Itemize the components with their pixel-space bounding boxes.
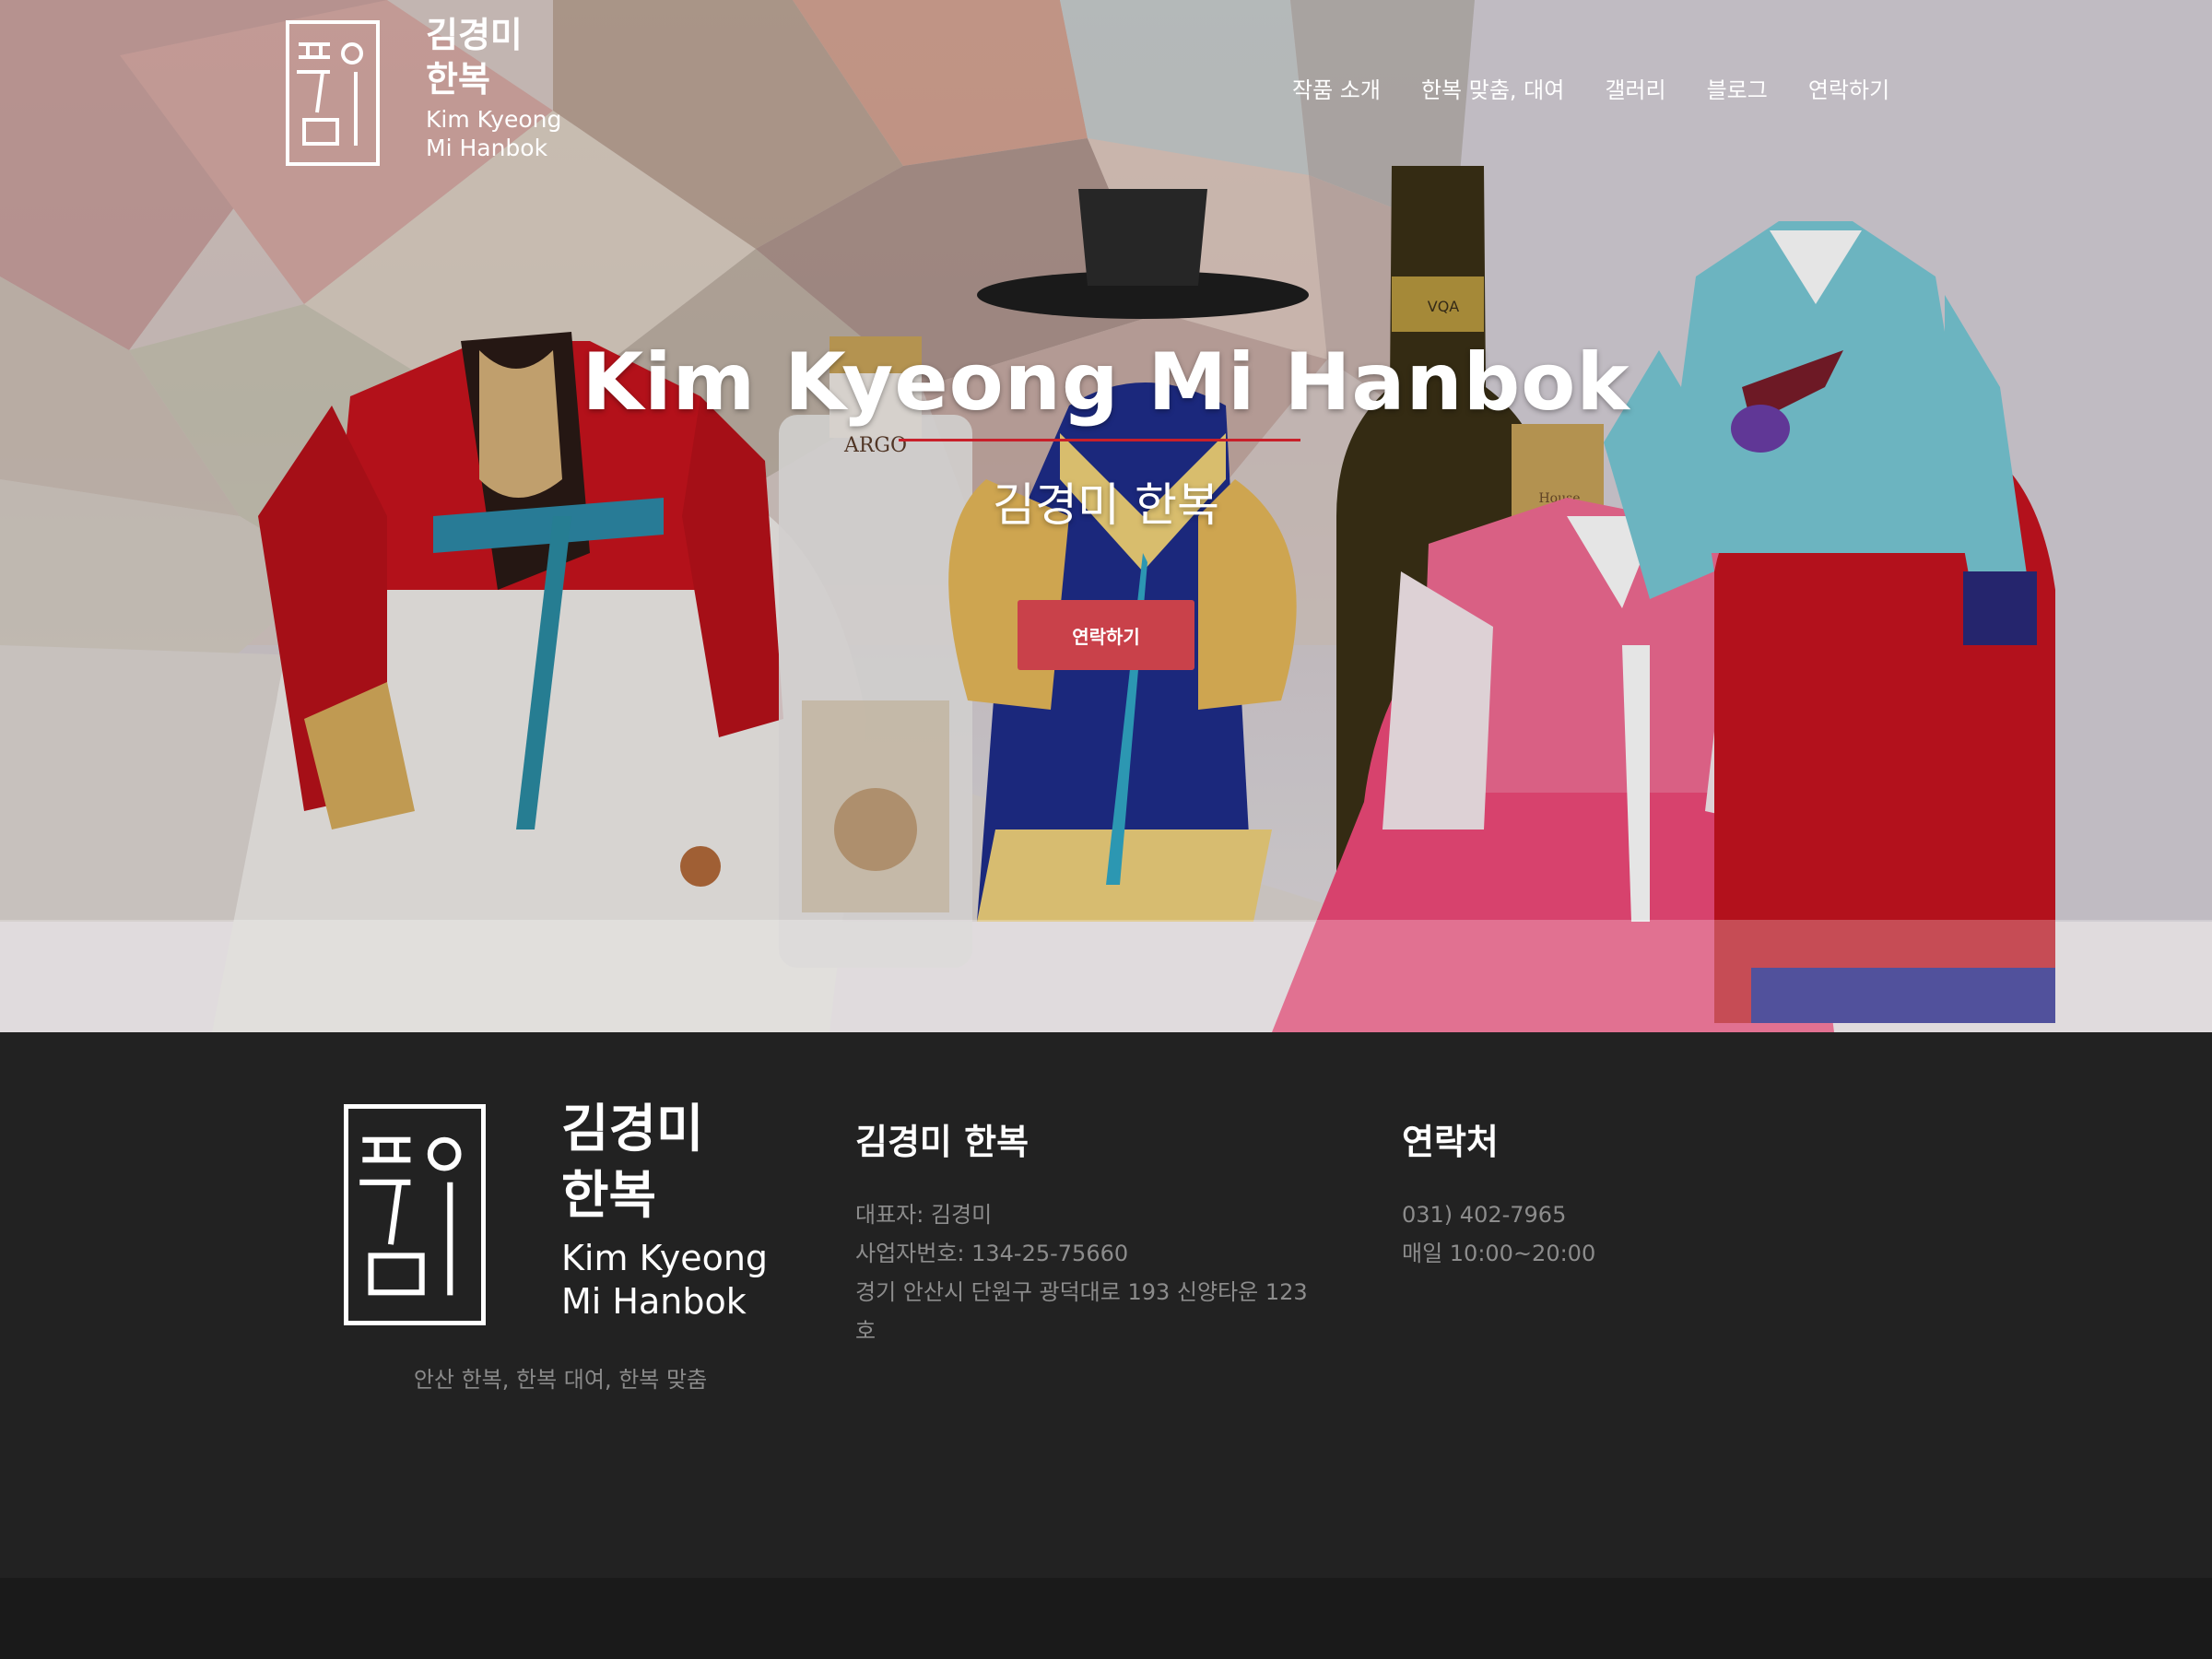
footer-contact-heading: 연락처 <box>1402 1122 1499 1162</box>
logo-wordmark[interactable]: 김경미 한복 Kim Kyeong Mi Hanbok <box>426 13 561 162</box>
footer-bottom-bar <box>0 1578 2212 1659</box>
footer-address-suffix: 호 <box>855 1318 877 1344</box>
footer-business-heading: 김경미 한복 <box>855 1122 1030 1162</box>
main-nav: 작품 소개 한복 맞춤, 대여 갤러리 블로그 연락하기 <box>1272 72 1889 104</box>
hero-section: ARGO VQA House 김경미 한복 Kim Kyeong Mi Hanb… <box>0 0 2212 1032</box>
footer-name-en-line2: Mi Hanbok <box>561 1281 747 1322</box>
nav-item-works[interactable]: 작품 소개 <box>1292 72 1381 104</box>
logo-name-ko-line2: 한복 <box>426 59 490 100</box>
nav-item-contact[interactable]: 연락하기 <box>1808 72 1889 104</box>
footer-name-en-line1: Kim Kyeong <box>561 1238 769 1278</box>
footer-business-number: 사업자번호: 134-25-75660 <box>855 1241 1129 1266</box>
hero-divider <box>899 439 1300 441</box>
footer-representative: 대표자: 김경미 <box>855 1202 993 1228</box>
footer-phone[interactable]: 031) 402-7965 <box>1402 1195 1771 1234</box>
footer-wordmark: 김경미 한복 Kim Kyeong Mi Hanbok <box>561 1097 768 1324</box>
footer-logo-mark <box>344 1104 486 1325</box>
contact-button[interactable]: 연락하기 <box>1018 600 1194 670</box>
footer-hours: 매일 10:00~20:00 <box>1402 1241 1596 1266</box>
footer-contact-column: 연락처 031) 402-7965 매일 10:00~20:00 <box>1402 1113 1771 1273</box>
footer-name-ko-line2: 한복 <box>561 1166 657 1226</box>
footer-tagline: 안산 한복, 한복 대여, 한복 맞춤 <box>413 1367 708 1393</box>
footer-address: 경기 안산시 단원구 광덕대로 193 신양타운 123 <box>855 1279 1308 1305</box>
logo-name-en-line2: Mi Hanbok <box>426 135 548 161</box>
footer: 김경미 한복 Kim Kyeong Mi Hanbok 김경미 한복 대표자: … <box>0 1032 2212 1578</box>
hero-subtitle: 김경미 한복 <box>993 478 1219 532</box>
footer-business-column: 김경미 한복 대표자: 김경미 사업자번호: 134-25-75660 경기 안… <box>855 1113 1353 1350</box>
footer-logo-glyph-icon <box>359 1136 462 1296</box>
logo-name-en-line1: Kim Kyeong <box>426 106 562 133</box>
hero-title: Kim Kyeong Mi Hanbok <box>582 336 1630 429</box>
nav-item-blog[interactable]: 블로그 <box>1707 72 1768 104</box>
nav-item-gallery[interactable]: 갤러리 <box>1605 72 1665 104</box>
nav-item-custom-rental[interactable]: 한복 맞춤, 대여 <box>1421 72 1564 104</box>
logo-glyph-icon <box>297 42 363 146</box>
hero-bottom-band <box>0 920 2212 1032</box>
logo-mark[interactable] <box>286 20 380 166</box>
logo-name-ko-line1: 김경미 <box>426 15 523 55</box>
footer-name-ko-line1: 김경미 <box>561 1100 704 1159</box>
